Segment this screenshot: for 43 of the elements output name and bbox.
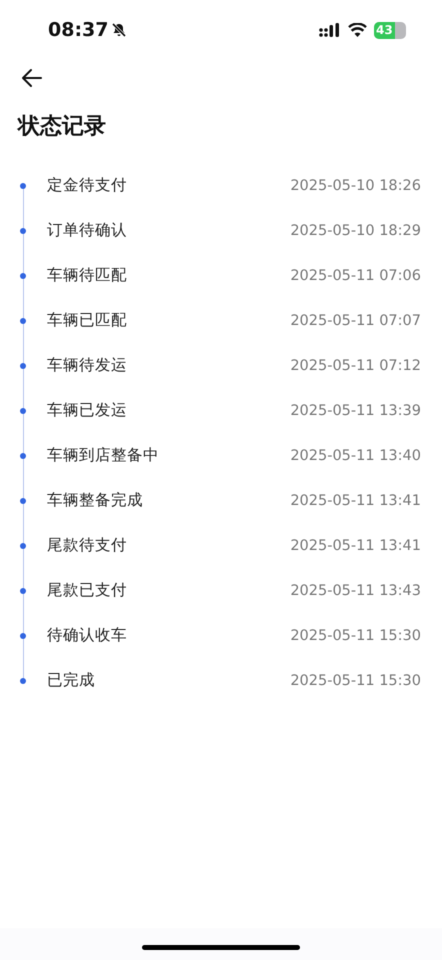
timestamp: 2025-05-11 15:30 [290, 672, 421, 688]
status-label: 车辆已匹配 [47, 310, 128, 331]
timeline-dot [20, 452, 26, 458]
status-label: 订单待确认 [47, 220, 128, 241]
status-label: 车辆待匹配 [47, 265, 128, 286]
timeline-dot [20, 318, 26, 324]
timestamp: 2025-05-11 07:07 [290, 312, 421, 328]
timestamp: 2025-05-11 13:39 [290, 402, 421, 418]
timestamp: 2025-05-11 15:30 [290, 628, 421, 644]
status-label: 车辆已发运 [47, 400, 128, 421]
status-label: 待确认收车 [47, 625, 128, 646]
timeline-dot [20, 272, 26, 278]
timeline-dot [20, 678, 26, 684]
status-label: 尾款待支付 [47, 535, 128, 556]
timestamp: 2025-05-11 13:41 [290, 492, 421, 508]
timeline-dot [20, 632, 26, 638]
timestamp: 2025-05-11 13:41 [290, 538, 421, 554]
status-label: 车辆待发运 [47, 355, 128, 376]
timestamp: 2025-05-11 07:06 [290, 268, 421, 284]
page-title: 状态记录 [18, 113, 107, 141]
timeline-dot [20, 362, 26, 368]
status-label: 定金待支付 [47, 175, 128, 196]
timeline-dot [20, 408, 26, 414]
battery-icon: 43 [374, 22, 406, 38]
timeline-dot [20, 542, 26, 548]
timestamp: 2025-05-10 18:29 [290, 222, 421, 238]
status-time: 08:37 [48, 19, 108, 41]
timeline-dot [20, 588, 26, 594]
timeline-dot [20, 228, 26, 234]
timestamp: 2025-05-11 13:40 [290, 448, 421, 464]
status-label: 已完成 [47, 670, 96, 691]
signal-icon [319, 23, 341, 37]
timestamp: 2025-05-11 07:12 [290, 358, 421, 374]
status-label: 车辆到店整备中 [47, 445, 160, 466]
status-label: 尾款已支付 [47, 580, 128, 601]
timestamp: 2025-05-11 13:43 [290, 582, 421, 598]
muted-bell-icon [111, 22, 128, 38]
timeline-dot [20, 498, 26, 504]
back-button[interactable] [20, 66, 44, 90]
timeline-dot [20, 182, 26, 188]
wifi-icon [348, 23, 367, 37]
timestamp: 2025-05-10 18:26 [290, 178, 421, 194]
status-label: 车辆整备完成 [47, 490, 144, 511]
